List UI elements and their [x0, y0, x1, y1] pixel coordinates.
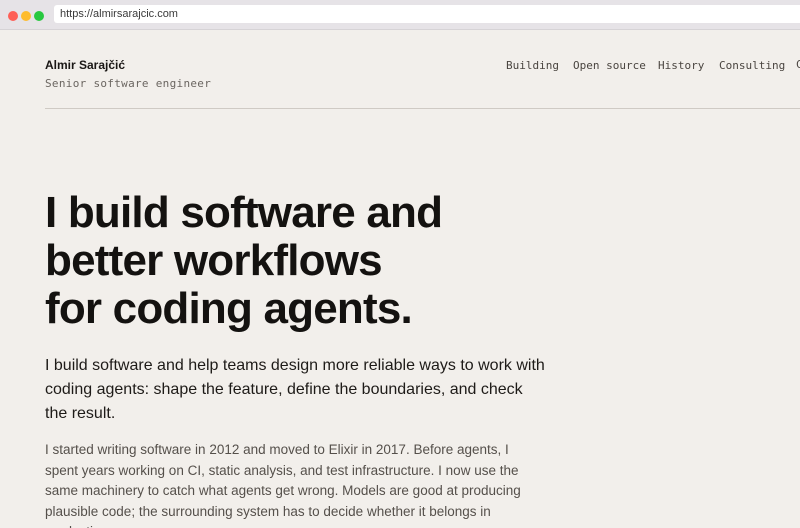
- hero-lede: I build software and help teams design m…: [45, 357, 545, 422]
- hero-headline: I build software and better workflows fo…: [45, 189, 565, 333]
- nav-history-link[interactable]: History: [658, 59, 704, 72]
- hero-body-text: I started writing software in 2012 and m…: [45, 442, 521, 528]
- headline-line-1: I build software and: [45, 188, 443, 237]
- minimize-window-button[interactable]: [21, 11, 31, 21]
- nav-building-link[interactable]: Building: [506, 59, 559, 72]
- browser-chrome: https://almirsarajcic.com: [0, 0, 800, 30]
- web-page: Almir Sarajčić Senior software engineer …: [0, 30, 800, 528]
- headline-line-3: for coding agents.: [45, 284, 413, 333]
- site-tagline: Senior software engineer: [45, 77, 212, 90]
- nav-open-source-link[interactable]: Open source: [573, 59, 646, 72]
- maximize-window-button[interactable]: [34, 11, 44, 21]
- site-owner-name[interactable]: Almir Sarajčić: [45, 58, 125, 72]
- header-divider: [45, 108, 800, 109]
- nav-consulting-link[interactable]: Consulting: [719, 59, 785, 72]
- nav-overflow-link[interactable]: C: [796, 58, 800, 71]
- address-bar[interactable]: https://almirsarajcic.com: [54, 5, 800, 23]
- headline-line-2: better workflows: [45, 236, 383, 285]
- close-window-button[interactable]: [8, 11, 18, 21]
